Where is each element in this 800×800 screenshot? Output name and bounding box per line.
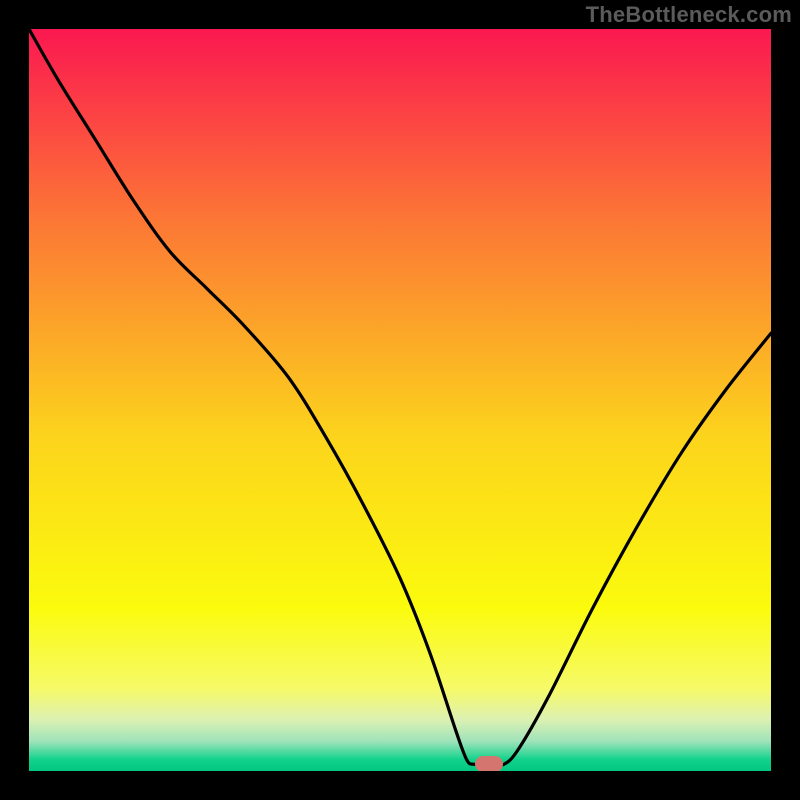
watermark-text: TheBottleneck.com — [586, 2, 792, 28]
optimum-marker — [475, 756, 503, 771]
chart-stage: TheBottleneck.com — [0, 0, 800, 800]
gradient-background — [29, 29, 771, 771]
plot-area — [29, 29, 771, 771]
